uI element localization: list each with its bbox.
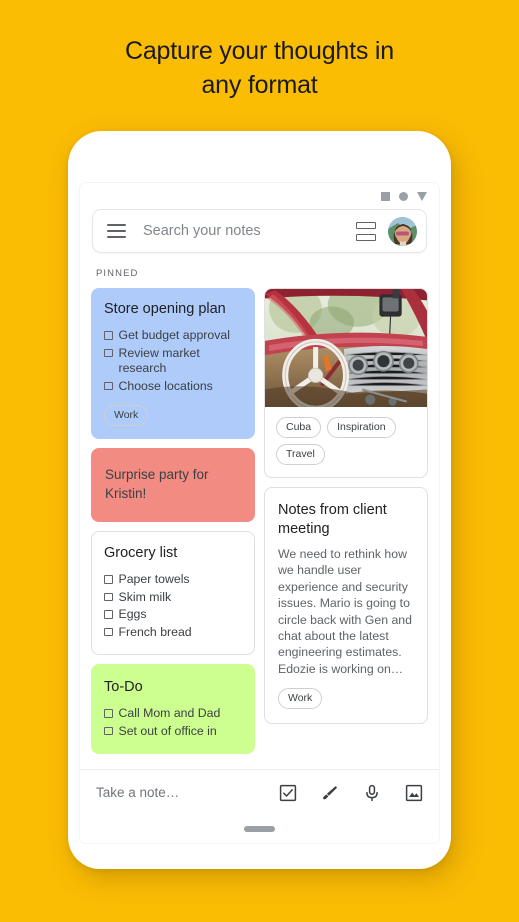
note-body: We need to rethink how we handle user ex… (278, 547, 412, 676)
notes-area: PINNED Store opening plan Get budget app… (80, 253, 439, 769)
note-checklist: Paper towels Skim milk Eggs French bread (104, 572, 242, 640)
checkbox-icon[interactable] (104, 348, 113, 357)
list-item[interactable]: French bread (104, 625, 242, 641)
take-a-note-input[interactable]: Take a note… (96, 785, 279, 800)
checkbox-icon[interactable] (104, 627, 113, 636)
brush-icon[interactable] (321, 784, 339, 802)
list-item-label: Review market research (118, 345, 200, 376)
notes-right-column: Cuba Inspiration Travel Notes from clien… (264, 288, 428, 754)
note-title: To-Do (104, 679, 143, 695)
note-card-to-do[interactable]: To-Do Call Mom and Dad Set out of office… (91, 664, 255, 754)
checkbox-icon[interactable] (104, 709, 113, 718)
note-card-client-meeting[interactable]: Notes from client meeting We need to ret… (264, 487, 428, 725)
note-text: Surprise party for Kristin! (105, 467, 209, 501)
list-item-label: Get budget approval (118, 328, 230, 342)
home-indicator-bar (80, 815, 439, 843)
note-tools (279, 784, 423, 802)
note-card-grocery-list[interactable]: Grocery list Paper towels Skim milk Eggs… (91, 531, 255, 655)
headline-line-2: any format (201, 71, 318, 99)
list-item[interactable]: Choose locations (104, 379, 242, 395)
note-checklist: Call Mom and Dad Set out of office in (104, 706, 242, 739)
checkbox-icon[interactable] (104, 610, 113, 619)
list-item-label: Choose locations (118, 378, 213, 393)
note-card-surprise-party[interactable]: Surprise party for Kristin! (91, 448, 255, 522)
image-icon[interactable] (405, 784, 423, 802)
list-item[interactable]: Skim milk (104, 590, 242, 606)
label-chip[interactable]: Work (278, 688, 323, 710)
list-item[interactable]: Review market research (104, 346, 242, 377)
label-chip[interactable]: Cuba (276, 417, 322, 438)
notes-left-column: Store opening plan Get budget approval R… (91, 288, 255, 754)
page-headline: Capture your thoughts in any format (0, 34, 519, 102)
home-indicator[interactable] (244, 826, 275, 832)
checkbox-icon[interactable] (104, 592, 113, 601)
note-title: Notes from client meeting (278, 502, 387, 537)
list-view-icon[interactable] (356, 221, 376, 241)
list-item[interactable]: Get budget approval (104, 328, 242, 344)
circle-icon (399, 191, 408, 201)
checkbox-icon[interactable] (104, 575, 113, 584)
checklist-icon[interactable] (279, 784, 297, 802)
label-chip[interactable]: Travel (276, 444, 325, 465)
list-item-label: Call Mom and Dad (118, 706, 221, 720)
list-item[interactable]: Call Mom and Dad (104, 706, 242, 722)
list-item-label: Paper towels (118, 572, 190, 586)
checkbox-icon[interactable] (104, 331, 113, 340)
note-labels: Cuba Inspiration Travel (265, 407, 427, 477)
pinned-section-label: PINNED (96, 268, 139, 279)
status-bar (80, 183, 439, 209)
list-item[interactable]: Paper towels (104, 572, 242, 588)
note-title: Store opening plan (104, 301, 226, 317)
note-title: Grocery list (104, 545, 178, 561)
note-checklist: Get budget approval Review market resear… (104, 328, 242, 394)
note-labels: Work (278, 688, 414, 710)
note-labels: Work (104, 405, 242, 426)
label-chip[interactable]: Work (104, 405, 149, 426)
checkbox-icon[interactable] (104, 726, 113, 735)
checkbox-icon[interactable] (104, 381, 113, 390)
note-photo (265, 289, 427, 407)
search-input[interactable]: Search your notes (143, 223, 356, 239)
headline-line-1: Capture your thoughts in (125, 37, 394, 65)
label-chip[interactable]: Inspiration (327, 417, 396, 438)
triangle-down-icon (417, 191, 427, 201)
phone-screen: Search your notes PINNED Store opening p… (80, 183, 439, 843)
list-item[interactable]: Set out of office in (104, 724, 242, 740)
note-card-photo[interactable]: Cuba Inspiration Travel (264, 288, 428, 478)
notes-columns: Store opening plan Get budget approval R… (91, 288, 428, 754)
list-item-label: Set out of office in (118, 723, 217, 738)
phone-mockup: Search your notes PINNED Store opening p… (68, 131, 451, 869)
square-icon (381, 191, 390, 201)
search-bar[interactable]: Search your notes (92, 209, 427, 253)
avatar[interactable] (388, 216, 417, 246)
list-item-label: Eggs (118, 607, 147, 621)
hamburger-menu-icon[interactable] (107, 224, 126, 238)
list-item-label: Skim milk (118, 589, 172, 604)
take-a-note-bar[interactable]: Take a note… (80, 769, 439, 815)
list-item-label: French bread (118, 624, 192, 639)
microphone-icon[interactable] (363, 784, 381, 802)
search-bar-container: Search your notes (80, 209, 439, 253)
list-item[interactable]: Eggs (104, 607, 242, 623)
note-card-store-opening-plan[interactable]: Store opening plan Get budget approval R… (91, 288, 255, 439)
